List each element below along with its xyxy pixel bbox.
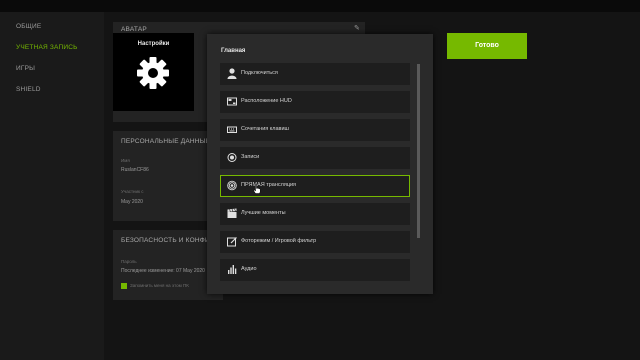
remember-me-label: Запомнить меня на этом ПК bbox=[130, 283, 189, 288]
sidebar: ОБЩИЕ УЧЕТНАЯ ЗАПИСЬ ИГРЫ SHIELD bbox=[0, 12, 104, 360]
name-value: RuslanCF86 bbox=[121, 167, 149, 173]
menu-item-label: Расположение HUD bbox=[241, 98, 292, 104]
keyboard-icon bbox=[227, 126, 237, 133]
audio-icon bbox=[228, 265, 237, 274]
menu-item-label: Записи bbox=[241, 154, 260, 160]
menu-item-label: Фоторежим / Игровой фильтр bbox=[241, 238, 317, 244]
menu-item-hud-layout[interactable]: Расположение HUD bbox=[220, 91, 410, 113]
member-since-value: May 2020 bbox=[121, 199, 143, 205]
user-icon bbox=[227, 68, 237, 79]
broadcast-icon bbox=[227, 180, 237, 191]
sidebar-item-games[interactable]: ИГРЫ bbox=[0, 59, 104, 79]
menu-item-highlights[interactable]: Лучшие моменты bbox=[220, 203, 410, 225]
password-last-changed: Последнее изменение: 07 May 2020 bbox=[121, 268, 205, 274]
menu-item-recordings[interactable]: Записи bbox=[220, 147, 410, 169]
done-button[interactable]: Готово bbox=[447, 33, 527, 59]
hand-cursor-icon bbox=[253, 184, 261, 194]
sidebar-item-account[interactable]: УЧЕТНАЯ ЗАПИСЬ bbox=[0, 38, 104, 58]
name-label: Имя bbox=[121, 158, 130, 163]
menu-item-photo-mode[interactable]: Фоторежим / Игровой фильтр bbox=[220, 231, 410, 253]
top-strip bbox=[0, 0, 640, 12]
menu-item-hotkeys[interactable]: Сочетания клавиш bbox=[220, 119, 410, 141]
menu-item-live-broadcast[interactable]: ПРЯМАЯ трансляция bbox=[220, 175, 410, 197]
edit-pencil-icon[interactable]: ✎ bbox=[354, 24, 360, 32]
member-since-label: Участник с bbox=[121, 189, 144, 194]
menu-item-label: Аудио bbox=[241, 266, 257, 272]
menu-item-audio[interactable]: Аудио bbox=[220, 259, 410, 281]
menu-item-connect[interactable]: Подключиться bbox=[220, 63, 410, 85]
record-icon bbox=[227, 153, 237, 162]
menu-item-label: Сочетания клавиш bbox=[241, 126, 289, 132]
sidebar-item-general[interactable]: ОБЩИЕ bbox=[0, 17, 104, 37]
menu-item-label: ПРЯМАЯ трансляция bbox=[241, 182, 297, 188]
avatar-tile-title: Настройки bbox=[137, 41, 170, 47]
password-label: Пароль bbox=[121, 259, 137, 264]
avatar-section-title: АВАТАР bbox=[121, 26, 147, 33]
menu-item-label: Лучшие моменты bbox=[241, 210, 286, 216]
photo-filter-icon bbox=[227, 237, 237, 247]
security-section-title: БЕЗОПАСНОСТЬ И КОНФИДЕ bbox=[121, 237, 219, 244]
panel-header: Главная bbox=[221, 48, 246, 54]
panel-scrollbar-thumb[interactable] bbox=[417, 64, 420, 238]
gear-icon bbox=[137, 57, 169, 89]
personal-section-title: ПЕРСОНАЛЬНЫЕ ДАННЫЕ bbox=[121, 138, 211, 145]
app-window: ОБЩИЕ УЧЕТНАЯ ЗАПИСЬ ИГРЫ SHIELD АВАТАР … bbox=[0, 0, 640, 360]
sidebar-item-shield[interactable]: SHIELD bbox=[0, 80, 104, 100]
remember-me-checkbox[interactable] bbox=[121, 283, 127, 289]
clapper-icon bbox=[227, 208, 237, 218]
menu-item-label: Подключиться bbox=[241, 70, 278, 76]
avatar-tile[interactable]: Настройки bbox=[113, 33, 194, 111]
hud-icon bbox=[227, 97, 237, 106]
